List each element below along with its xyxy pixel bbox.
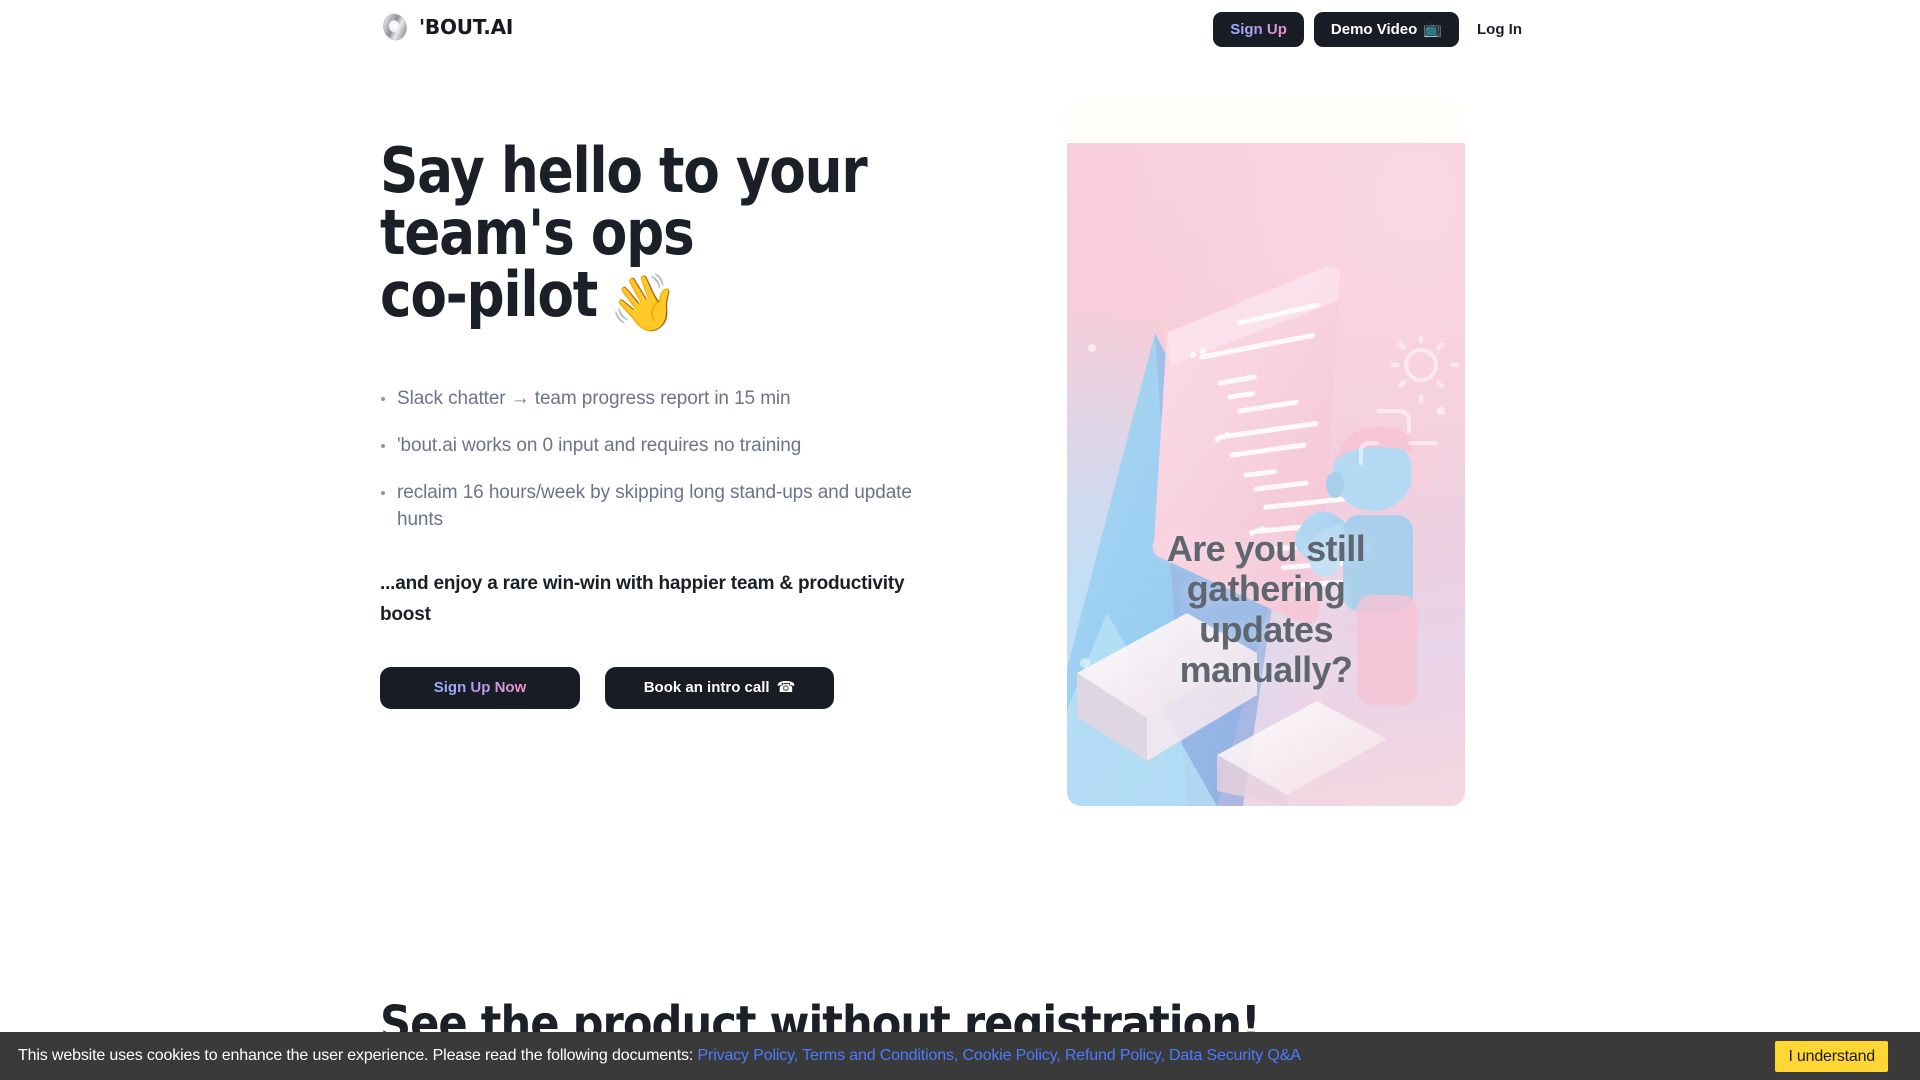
art-overlay-line-4: manually? [1179,648,1353,690]
primary-nav: Sign Up Demo Video 📺 Log In [1213,12,1530,47]
art-overlay-line-2: gathering [1186,568,1346,610]
hero-illustration: Are you still gathering updates manually… [1067,143,1465,806]
site-header: 'BOUT.AI Sign Up Demo Video 📺 Log In [0,0,1920,64]
brand-logo-link[interactable]: 'BOUT.AI [380,12,513,42]
television-icon: 📺 [1423,20,1442,38]
privacy-policy-link[interactable]: Privacy Policy [698,1047,794,1064]
cookie-policy-link[interactable]: Cookie Policy [962,1047,1056,1064]
hero-tagline: ...and enjoy a rare win-win with happier… [380,572,905,626]
cookie-message-text: This website uses cookies to enhance the… [18,1047,694,1064]
hero-artwork: Are you still gathering updates manually… [1067,98,1465,806]
list-item: reclaim 16 hours/week by skipping long s… [380,480,920,534]
cookie-accept-button[interactable]: I understand [1775,1041,1888,1072]
hero-section: Say hello to your team's ops co-pilot 👋 … [0,64,1920,944]
illustration-shapes [1067,266,1459,806]
brand-name: 'BOUT.AI [419,15,514,39]
headline-line-3: co-pilot [380,258,598,331]
sign-up-button[interactable]: Sign Up [1213,12,1304,47]
sign-up-now-button[interactable]: Sign Up Now [380,666,580,709]
terms-and-conditions-link[interactable]: Terms and Conditions [802,1047,954,1064]
refund-policy-link[interactable]: Refund Policy [1065,1047,1161,1064]
chrome-ring-logo-icon [383,13,407,41]
telephone-icon: ☎ [776,678,796,697]
hero-benefit-list: Slack chatter → team progress report in … [380,386,940,534]
book-intro-call-button[interactable]: Book an intro call ☎ [605,666,834,709]
demo-video-label: Demo Video [1330,21,1418,38]
hero-copy: Say hello to your team's ops co-pilot 👋 … [380,140,940,709]
cookie-message: This website uses cookies to enhance the… [18,1047,1301,1064]
cookie-banner: This website uses cookies to enhance the… [0,1032,1920,1080]
sign-up-now-label: Sign Up Now [433,679,527,697]
list-item: 'bout.ai works on 0 input and requires n… [380,433,920,460]
next-section-heading: See the product without registration! [380,1000,1261,1032]
art-overlay-line-1: Are you still [1166,528,1366,569]
art-overlay-line-3: updates [1199,608,1333,650]
data-security-qa-link[interactable]: Data Security Q&A [1169,1047,1301,1064]
hero-art-overlay-text: Are you still gathering updates manually… [1067,528,1465,690]
sign-up-label: Sign Up [1230,21,1287,38]
hero-cta-row: Sign Up Now Book an intro call ☎ [380,666,940,709]
next-section: See the product without registration! [380,1000,1480,1032]
log-in-link[interactable]: Log In [1469,21,1530,38]
list-item: Slack chatter → team progress report in … [380,386,920,413]
waving-hand-icon: 👋 [609,271,679,336]
page-title: Say hello to your team's ops co-pilot 👋 [380,140,939,332]
book-intro-call-label: Book an intro call [643,679,770,697]
demo-video-button[interactable]: Demo Video 📺 [1313,12,1459,47]
